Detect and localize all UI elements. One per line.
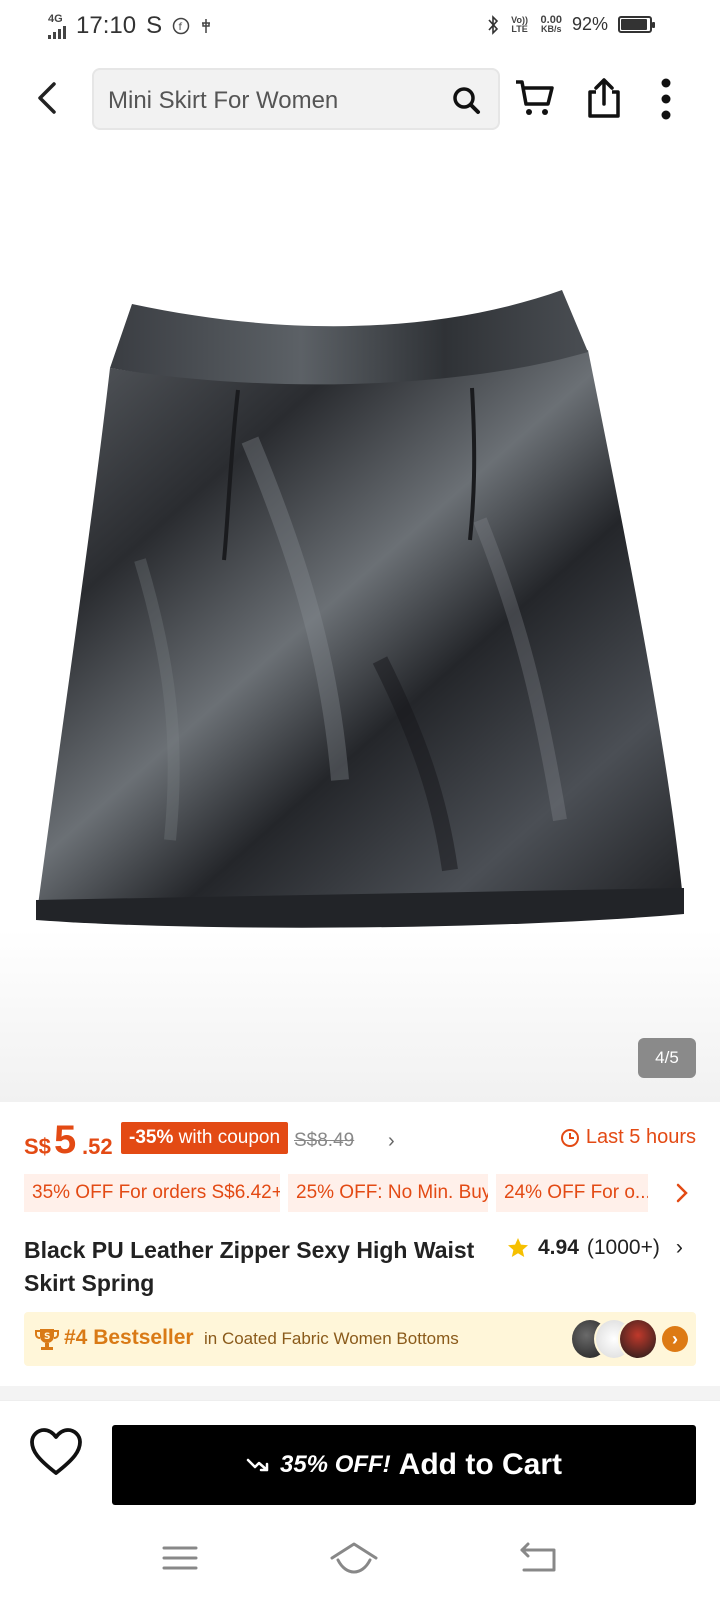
bottom-action-bar: 35% OFF! Add to Cart [0, 1400, 720, 1514]
chevron-right-icon[interactable]: › [388, 1130, 395, 1153]
chevron-right-icon[interactable] [674, 1178, 690, 1208]
back-icon[interactable] [508, 1538, 568, 1578]
more-vertical-icon[interactable] [656, 78, 676, 120]
price-currency: S$ [24, 1134, 51, 1159]
volte-indicator: Vo)) LTE [511, 14, 528, 34]
network-indicator: 4G [48, 12, 66, 39]
product-title: Black PU Leather Zipper Sexy High Waist … [24, 1237, 475, 1296]
original-price[interactable]: S$8.49 [294, 1130, 354, 1152]
trophy-icon: S [35, 1329, 59, 1350]
promo-tag[interactable]: 35% OFF For orders S$6.42+ [24, 1174, 280, 1212]
chevron-right-icon[interactable]: › [662, 1326, 688, 1352]
network-type: 4G [48, 12, 63, 25]
bestseller-category: in Coated Fabric Women Bottoms [204, 1329, 459, 1348]
search-bar[interactable]: Mini Skirt For Women [92, 68, 500, 130]
carrier-icon: S [146, 12, 163, 39]
promo-tags: 35% OFF For orders S$6.42+ 25% OFF: No M… [24, 1174, 696, 1212]
price-integer: 5 [54, 1118, 77, 1162]
search-icon[interactable] [450, 84, 482, 116]
status-bar: 4G 17:10 S f Vo)) LTE 0.00 KB/s 92% [0, 0, 720, 56]
review-count: (1000+) [586, 1236, 660, 1259]
rating-score: 4.94 [538, 1236, 579, 1259]
home-icon[interactable] [324, 1538, 384, 1578]
chevron-right-icon[interactable]: › [676, 1236, 683, 1260]
network-speed: 0.00 KB/s [540, 13, 562, 34]
status-time: 17:10 [76, 12, 137, 39]
cart-discount-label: 35% OFF! [279, 1451, 391, 1478]
clock-icon [560, 1128, 579, 1147]
image-counter-badge: 4/5 [638, 1038, 696, 1078]
heart-icon[interactable] [28, 1427, 84, 1479]
coupon-badge: -35% with coupon [121, 1122, 289, 1154]
facebook-icon: f [172, 17, 190, 35]
add-to-cart-label: Add to Cart [398, 1448, 562, 1481]
back-arrow-icon[interactable] [28, 78, 68, 118]
bestseller-banner[interactable]: S #4 Bestseller in Coated Fabric Women B… [24, 1312, 696, 1366]
top-bar: Mini Skirt For Women [0, 66, 720, 132]
signal-icon [48, 25, 66, 39]
promo-tag[interactable]: 25% OFF: No Min. Buy [288, 1174, 488, 1212]
product-photo [36, 290, 684, 928]
share-icon[interactable] [584, 76, 624, 120]
deal-timer: Last 5 hours [560, 1126, 696, 1149]
bluetooth-icon [487, 14, 498, 35]
price-decimal: .52 [82, 1134, 113, 1159]
product-image-gallery[interactable]: 4/5 [0, 140, 720, 1102]
trend-down-icon [246, 1458, 269, 1472]
battery-percent: 92% [571, 14, 608, 34]
add-to-cart-button[interactable]: 35% OFF! Add to Cart [112, 1425, 696, 1505]
star-icon [508, 1238, 528, 1257]
usb-icon [202, 19, 211, 33]
rating-summary[interactable]: 4.94 (1000+) › [506, 1236, 683, 1260]
bestseller-rank: #4 Bestseller [64, 1326, 194, 1349]
svg-text:S: S [44, 1332, 50, 1342]
menu-icon[interactable] [150, 1538, 210, 1578]
battery-icon [618, 16, 655, 33]
svg-text:f: f [179, 22, 183, 33]
section-divider [0, 1386, 720, 1400]
promo-tag[interactable]: 24% OFF For o... [496, 1174, 648, 1212]
bestseller-thumbnails [570, 1318, 658, 1360]
search-query[interactable]: Mini Skirt For Women [108, 87, 338, 115]
price-row: S$ 5 .52 -35% with coupon S$8.49 › Last … [24, 1118, 696, 1164]
system-nav-bar [0, 1516, 720, 1600]
cart-icon[interactable] [514, 78, 556, 118]
thumbnail-image [618, 1318, 658, 1360]
